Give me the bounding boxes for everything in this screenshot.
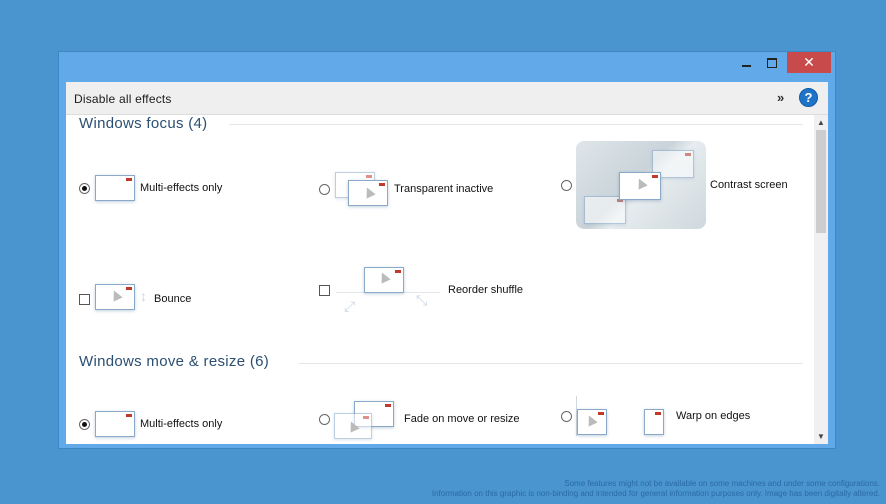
option-label: Bounce bbox=[154, 293, 192, 305]
minimize-button[interactable] bbox=[731, 52, 761, 73]
maximize-button[interactable] bbox=[758, 52, 786, 73]
option-contrast-screen[interactable]: Contrast screen bbox=[561, 141, 788, 229]
option-label: Multi-effects only bbox=[140, 418, 223, 430]
close-icon: ✕ bbox=[803, 54, 815, 70]
disable-all-effects-button[interactable]: Disable all effects bbox=[74, 92, 172, 106]
radio-contrast-screen[interactable] bbox=[561, 179, 572, 191]
maximize-icon bbox=[767, 57, 777, 68]
client-area: Disable all effects » ? Windows focus (4… bbox=[66, 82, 828, 444]
option-fade-move-resize[interactable]: Fade on move or resize bbox=[319, 399, 520, 439]
fade-move-preview bbox=[334, 399, 400, 439]
scroll-thumb[interactable] bbox=[816, 130, 826, 233]
section-title-windows-move-resize: Windows move & resize (6) bbox=[79, 353, 270, 370]
checkbox-reorder-shuffle[interactable] bbox=[319, 284, 330, 296]
option-bounce[interactable]: ↕ Bounce bbox=[79, 278, 191, 320]
help-icon[interactable]: ? bbox=[799, 88, 818, 107]
effects-window: ✕ Disable all effects » ? Windows focus … bbox=[58, 51, 836, 449]
disclaimer-footnote: Some features might not be available on … bbox=[320, 479, 880, 499]
option-label: Reorder shuffle bbox=[448, 284, 524, 296]
warp-edges-preview bbox=[576, 396, 672, 436]
option-label: Warp on edges bbox=[676, 410, 751, 422]
option-label: Fade on move or resize bbox=[404, 413, 520, 425]
scroll-up-icon[interactable]: ▲ bbox=[817, 118, 825, 127]
option-focus-multi-effects[interactable]: Multi-effects only bbox=[79, 173, 222, 203]
toolbar: Disable all effects » ? bbox=[66, 82, 828, 115]
radio-move-multi-effects[interactable] bbox=[79, 418, 90, 430]
reorder-shuffle-preview: ⤢ ⤡ bbox=[334, 262, 444, 318]
checkbox-bounce[interactable] bbox=[79, 293, 90, 305]
radio-warp-edges[interactable] bbox=[561, 410, 572, 422]
scroll-down-icon[interactable]: ▼ bbox=[817, 432, 825, 441]
option-reorder-shuffle[interactable]: ⤢ ⤡ Reorder shuffle bbox=[319, 262, 523, 318]
radio-fade-move-resize[interactable] bbox=[319, 413, 330, 425]
more-options-icon[interactable]: » bbox=[777, 90, 784, 105]
section-title-windows-focus: Windows focus (4) bbox=[79, 115, 208, 132]
window-preview-icon bbox=[95, 411, 135, 437]
option-transparent-inactive[interactable]: Transparent inactive bbox=[319, 170, 493, 208]
multi-effects-preview bbox=[94, 173, 136, 203]
option-warp-edges[interactable]: Warp on edges bbox=[561, 396, 750, 436]
diagonal-arrow-icon: ⤡ bbox=[416, 292, 428, 308]
radio-focus-multi-effects[interactable] bbox=[79, 182, 90, 194]
radio-transparent-inactive[interactable] bbox=[319, 183, 330, 195]
bounce-preview: ↕ bbox=[94, 278, 150, 320]
disclaimer-line: Some features might not be available on … bbox=[564, 479, 880, 488]
transparent-inactive-preview bbox=[334, 170, 390, 208]
contrast-screen-preview bbox=[576, 141, 706, 229]
option-label: Multi-effects only bbox=[140, 182, 223, 194]
dimmed-window-icon bbox=[584, 196, 626, 224]
section-divider bbox=[299, 363, 803, 364]
multi-effects-preview bbox=[94, 409, 136, 439]
vertical-arrow-icon: ↕ bbox=[140, 288, 147, 304]
title-bar[interactable]: ✕ bbox=[59, 52, 835, 80]
option-move-multi-effects[interactable]: Multi-effects only bbox=[79, 409, 222, 439]
window-preview-icon bbox=[95, 175, 135, 201]
close-button[interactable]: ✕ bbox=[787, 52, 831, 73]
vertical-scrollbar[interactable]: ▲ ▼ bbox=[814, 115, 828, 444]
section-divider bbox=[229, 124, 803, 125]
disclaimer-line: Information on this graphic is non-bindi… bbox=[431, 489, 880, 498]
option-label: Transparent inactive bbox=[394, 183, 494, 195]
effects-list: Windows focus (4) Multi-effects only Tra… bbox=[66, 115, 814, 444]
minimize-icon bbox=[741, 64, 751, 67]
option-label: Contrast screen bbox=[710, 179, 788, 191]
diagonal-arrow-icon: ⤢ bbox=[344, 298, 356, 314]
warped-window-icon bbox=[644, 409, 664, 435]
